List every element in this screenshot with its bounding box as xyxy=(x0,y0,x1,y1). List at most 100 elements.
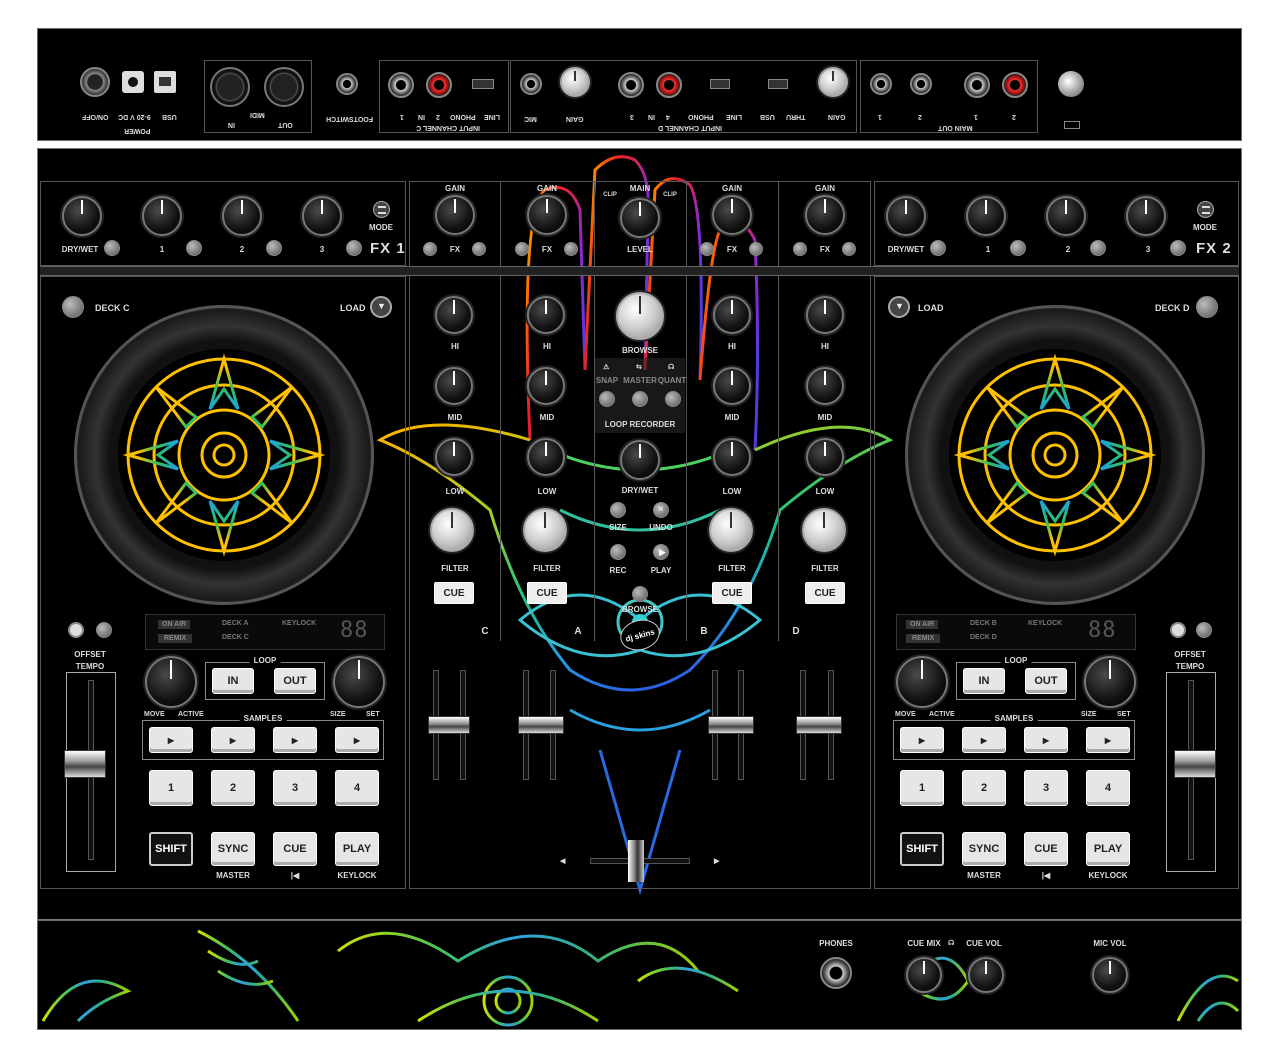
hotcue-pad-right-2[interactable]: 2 xyxy=(962,770,1006,806)
hi-knob-d[interactable] xyxy=(806,296,844,334)
fx2-knob-3[interactable] xyxy=(1126,196,1166,236)
rec-button[interactable] xyxy=(610,544,626,560)
input-d-gain-knob[interactable] xyxy=(818,67,848,97)
deck-d-button[interactable] xyxy=(1196,296,1218,318)
sample-button-right-4[interactable]: ▶ xyxy=(1086,727,1130,753)
jog-platter-left[interactable] xyxy=(118,349,330,561)
loop-in-button-left[interactable]: IN xyxy=(212,668,254,694)
input-d-jack-4[interactable] xyxy=(656,72,682,98)
cue-button-left[interactable]: CUE xyxy=(273,832,317,866)
deck-c-button[interactable] xyxy=(62,296,84,318)
cue-mix-knob[interactable] xyxy=(906,957,942,993)
loop-play-button[interactable]: ▶ xyxy=(653,544,669,560)
phono-line-switch-c[interactable] xyxy=(472,79,494,89)
fx1-knob-1[interactable] xyxy=(142,196,182,236)
fx2-mode-button[interactable] xyxy=(1197,201,1214,218)
master-button[interactable] xyxy=(632,391,648,407)
input-d-jack-3[interactable] xyxy=(618,72,644,98)
gain-knob-a[interactable] xyxy=(527,195,567,235)
power-switch[interactable] xyxy=(80,67,110,97)
jog-platter-right[interactable] xyxy=(949,349,1161,561)
hi-knob-b[interactable] xyxy=(713,296,751,334)
loop-recorder-drywet-knob[interactable] xyxy=(620,440,660,480)
hotcue-pad-right-4[interactable]: 4 xyxy=(1086,770,1130,806)
usb-port[interactable] xyxy=(154,71,176,93)
play-button-right[interactable]: PLAY xyxy=(1086,832,1130,866)
midi-out-port[interactable] xyxy=(264,67,304,107)
tempo-fader-left[interactable] xyxy=(64,750,106,778)
hotcue-pad-left-1[interactable]: 1 xyxy=(149,770,193,806)
midi-in-port[interactable] xyxy=(210,67,250,107)
headphone-browse-button[interactable] xyxy=(632,586,648,602)
mid-knob-d[interactable] xyxy=(806,367,844,405)
fx2-button-1[interactable] xyxy=(1010,240,1026,256)
loop-size-knob-left[interactable] xyxy=(333,656,385,708)
filter-knob-b[interactable] xyxy=(709,508,753,552)
mic-vol-knob[interactable] xyxy=(1092,957,1128,993)
filter-knob-c[interactable] xyxy=(430,508,474,552)
fx2-assign-c[interactable] xyxy=(472,242,486,256)
fx1-assign-c[interactable] xyxy=(423,242,437,256)
offset-button-right-2[interactable] xyxy=(1196,622,1212,638)
sample-button-left-2[interactable]: ▶ xyxy=(211,727,255,753)
mic-gain-knob[interactable] xyxy=(560,67,590,97)
cue-button-d[interactable]: CUE xyxy=(805,582,845,604)
sample-button-left-4[interactable]: ▶ xyxy=(335,727,379,753)
channel-fader-b[interactable] xyxy=(708,716,754,734)
size-button[interactable] xyxy=(610,502,626,518)
cue-button-right[interactable]: CUE xyxy=(1024,832,1068,866)
loop-in-button-right[interactable]: IN xyxy=(963,668,1005,694)
fx1-button-1[interactable] xyxy=(186,240,202,256)
fx2-drywet-button[interactable] xyxy=(930,240,946,256)
sync-button-right[interactable]: SYNC xyxy=(962,832,1006,866)
fx1-knob-3[interactable] xyxy=(302,196,342,236)
fx2-assign-b[interactable] xyxy=(749,242,763,256)
hotcue-pad-right-3[interactable]: 3 xyxy=(1024,770,1068,806)
usb-thru-switch[interactable] xyxy=(768,79,788,89)
hotcue-pad-left-3[interactable]: 3 xyxy=(273,770,317,806)
fx1-assign-d[interactable] xyxy=(793,242,807,256)
loop-move-knob-left[interactable] xyxy=(145,656,197,708)
main-level-knob[interactable] xyxy=(620,198,660,238)
loop-out-button-right[interactable]: OUT xyxy=(1025,668,1067,694)
quant-button[interactable] xyxy=(665,391,681,407)
fx1-knob-2[interactable] xyxy=(222,196,262,236)
low-knob-a[interactable] xyxy=(527,438,565,476)
filter-knob-a[interactable] xyxy=(523,508,567,552)
phono-line-switch-d[interactable] xyxy=(710,79,730,89)
sample-button-left-3[interactable]: ▶ xyxy=(273,727,317,753)
loop-out-button-left[interactable]: OUT xyxy=(274,668,316,694)
hi-knob-a[interactable] xyxy=(527,296,565,334)
fx2-button-2[interactable] xyxy=(1090,240,1106,256)
main-out-rca-2[interactable] xyxy=(1002,72,1028,98)
gain-knob-c[interactable] xyxy=(435,195,475,235)
play-button-left[interactable]: PLAY xyxy=(335,832,379,866)
fx1-assign-a[interactable] xyxy=(515,242,529,256)
main-out-jack-2[interactable] xyxy=(910,73,932,95)
mid-knob-a[interactable] xyxy=(527,367,565,405)
sample-button-left-1[interactable]: ▶ xyxy=(149,727,193,753)
fx2-knob-1[interactable] xyxy=(966,196,1006,236)
shift-button-right[interactable]: SHIFT xyxy=(900,832,944,866)
fx1-drywet-button[interactable] xyxy=(104,240,120,256)
low-knob-d[interactable] xyxy=(806,438,844,476)
fx1-drywet-knob[interactable] xyxy=(62,196,102,236)
fx2-assign-a[interactable] xyxy=(564,242,578,256)
fx2-drywet-knob[interactable] xyxy=(886,196,926,236)
gain-knob-d[interactable] xyxy=(805,195,845,235)
crossfader-cap[interactable] xyxy=(628,840,644,882)
sample-button-right-1[interactable]: ▶ xyxy=(900,727,944,753)
sync-button-left[interactable]: SYNC xyxy=(211,832,255,866)
cue-vol-knob[interactable] xyxy=(968,957,1004,993)
low-knob-b[interactable] xyxy=(713,438,751,476)
mic-jack[interactable] xyxy=(520,73,542,95)
hi-knob-c[interactable] xyxy=(435,296,473,334)
input-c-jack-2[interactable] xyxy=(426,72,452,98)
sample-button-right-3[interactable]: ▶ xyxy=(1024,727,1068,753)
offset-button-left-1[interactable] xyxy=(68,622,84,638)
input-c-jack-1[interactable] xyxy=(388,72,414,98)
channel-fader-c[interactable] xyxy=(428,716,470,734)
fx1-button-2[interactable] xyxy=(266,240,282,256)
cue-button-c[interactable]: CUE xyxy=(434,582,474,604)
filter-knob-d[interactable] xyxy=(802,508,846,552)
